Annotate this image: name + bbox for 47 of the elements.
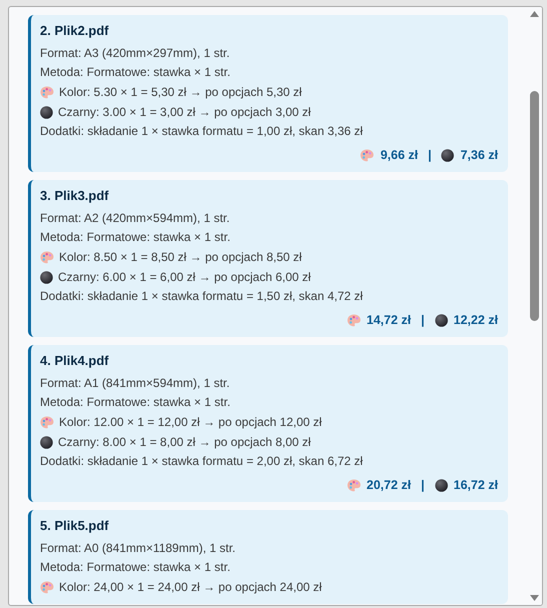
palette-icon — [346, 478, 361, 492]
palette-icon — [40, 580, 54, 594]
czarny-total: 7,36 zł — [460, 147, 498, 164]
file-title: 2. Plik2.pdf — [40, 22, 110, 40]
kolor-price-line: Kolor: 12.00 × 1 = 12,00 zł → po opcjach 12,00 zł — [59, 414, 322, 431]
kolor-price-line: Kolor: 5.30 × 1 = 5,30 zł → po opcjach 5,30 zł — [59, 84, 302, 101]
kolor-total: 14,72 zł — [366, 312, 412, 329]
palette-icon — [40, 86, 54, 98]
ball-icon — [40, 436, 53, 448]
ball-icon — [40, 106, 53, 118]
palette-icon — [360, 148, 374, 162]
palette-icon — [40, 250, 54, 264]
kolor-price-line: Kolor: 8.50 × 1 = 8,50 zł → po opcjach 8,50 zł — [59, 249, 302, 266]
czarny-total: 16,72 zł — [454, 477, 498, 494]
kolor-price-line: Kolor: 24,00 × 1 = 24,00 zł → po opcjach 24,00 zł — [59, 579, 322, 596]
ball-icon — [434, 478, 448, 492]
ball-icon — [434, 314, 448, 326]
palette-icon — [40, 416, 54, 428]
detail-line: Metoda: Formatowe: stawka × 1 str. — [40, 559, 232, 576]
czarny-total: 12,22 zł — [454, 312, 498, 329]
detail-line: Dodatki: składanie 1 × stawka formatu = 2,00 zł, skan 6,72 zł — [40, 453, 364, 470]
detail-line: Dodatki: składanie 1 × stawka formatu = 1,00 zł, skan 3,36 zł — [40, 123, 364, 140]
detail-line: Format: A1 (841mm×594mm), 1 str. — [40, 375, 231, 392]
separator: | — [421, 477, 425, 494]
separator: | — [421, 312, 425, 329]
ball-icon — [40, 270, 53, 284]
kolor-total: 20,72 zł — [366, 477, 412, 494]
detail-line: Format: A2 (420mm×594mm), 1 str. — [40, 210, 231, 227]
scroll-down-arrow-icon[interactable] — [530, 595, 538, 601]
file-title: 4. Plik4.pdf — [40, 352, 110, 370]
separator: | — [428, 147, 432, 164]
ball-icon — [441, 148, 454, 162]
czarny-price-line: Czarny: 6.00 × 1 = 6,00 zł → po opcjach 6,00 zł — [58, 269, 311, 286]
file-title: 3. Plik3.pdf — [40, 187, 110, 205]
detail-line: Format: A0 (841mm×1189mm), 1 str. — [40, 540, 237, 557]
detail-line: Metoda: Formatowe: stawka × 1 str. — [40, 229, 232, 246]
palette-icon — [346, 314, 361, 326]
czarny-price-line: Czarny: 3.00 × 1 = 3,00 zł → po opcjach 3,00 zł — [58, 104, 311, 121]
detail-line: Metoda: Formatowe: stawka × 1 str. — [40, 64, 232, 81]
scrollbar-thumb[interactable] — [530, 91, 538, 321]
detail-line: Format: A3 (420mm×297mm), 1 str. — [40, 45, 231, 62]
scroll-up-arrow-icon[interactable] — [530, 11, 538, 17]
detail-line: Dodatki: składanie 1 × stawka formatu = 1,50 zł, skan 4,72 zł — [40, 288, 364, 305]
file-title: 5. Plik5.pdf — [40, 517, 110, 535]
kolor-total: 9,66 zł — [380, 147, 418, 164]
detail-line: Metoda: Formatowe: stawka × 1 str. — [40, 394, 232, 411]
czarny-price-line: Czarny: 8.00 × 1 = 8,00 zł → po opcjach 8,00 zł — [58, 434, 311, 451]
